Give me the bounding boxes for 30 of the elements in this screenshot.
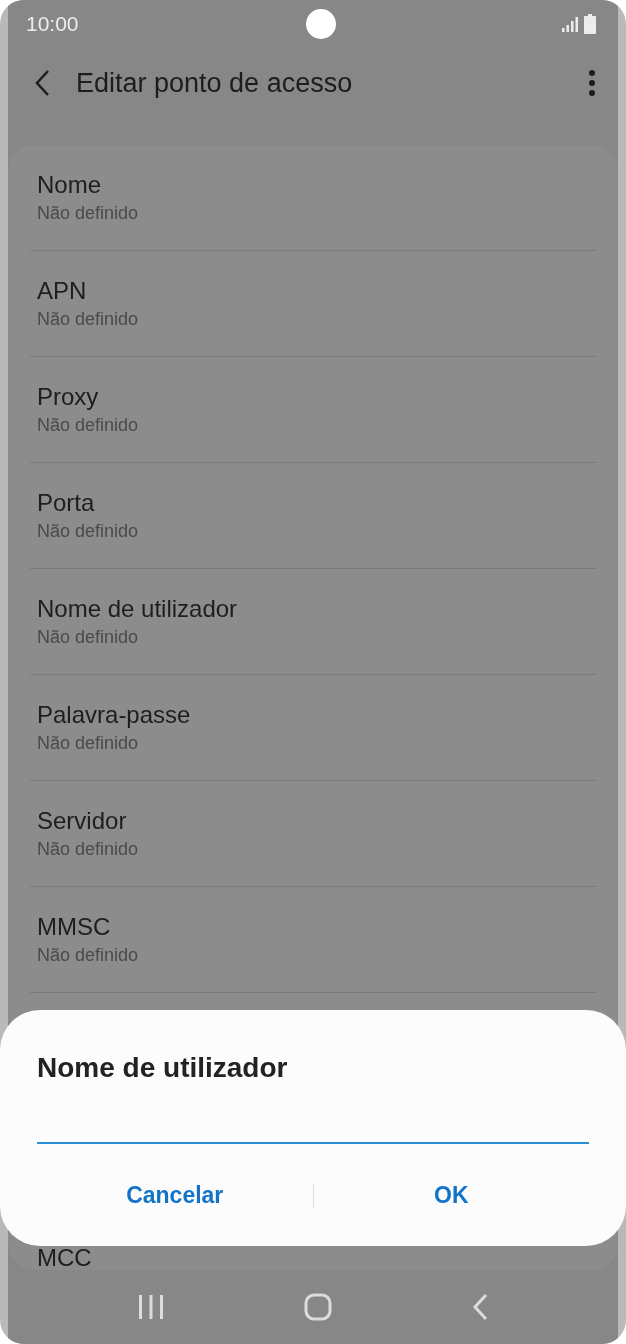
ok-button[interactable]: OK [313, 1174, 589, 1217]
setting-title[interactable]: MMSC [37, 913, 596, 941]
setting-title[interactable]: MCC [37, 1243, 596, 1270]
setting-title[interactable]: Nome [37, 171, 596, 199]
cancel-button[interactable]: Cancelar [37, 1174, 313, 1217]
status-time: 10:00 [26, 12, 79, 36]
more-options-button[interactable] [588, 69, 596, 97]
setting-value: Não definido [37, 521, 140, 542]
setting-value: Não definido [37, 945, 140, 966]
setting-title[interactable]: Palavra-passe [37, 701, 596, 729]
setting-title[interactable]: APN [37, 277, 596, 305]
setting-value: Não definido [37, 627, 140, 648]
page-title: Editar ponto de acesso [76, 67, 354, 99]
setting-title[interactable]: Porta [37, 489, 596, 517]
back-button[interactable] [34, 69, 50, 97]
setting-value: Não definido [37, 415, 140, 436]
setting-value: Não definido [37, 203, 140, 224]
dialog-title: Nome de utilizador [37, 1052, 289, 1084]
back-nav-button[interactable] [472, 1293, 488, 1321]
setting-title[interactable]: Servidor [37, 807, 596, 835]
setting-title[interactable]: Proxy [37, 383, 596, 411]
setting-value: Não definido [37, 839, 140, 860]
signal-icon [562, 16, 578, 32]
home-button[interactable] [304, 1293, 332, 1321]
camera-cutout [306, 9, 336, 39]
setting-value: Não definido [37, 733, 140, 754]
setting-value: Não definido [37, 309, 140, 330]
recent-apps-button[interactable] [138, 1295, 164, 1319]
setting-title[interactable]: Nome de utilizador [37, 595, 596, 623]
battery-icon [584, 14, 596, 34]
